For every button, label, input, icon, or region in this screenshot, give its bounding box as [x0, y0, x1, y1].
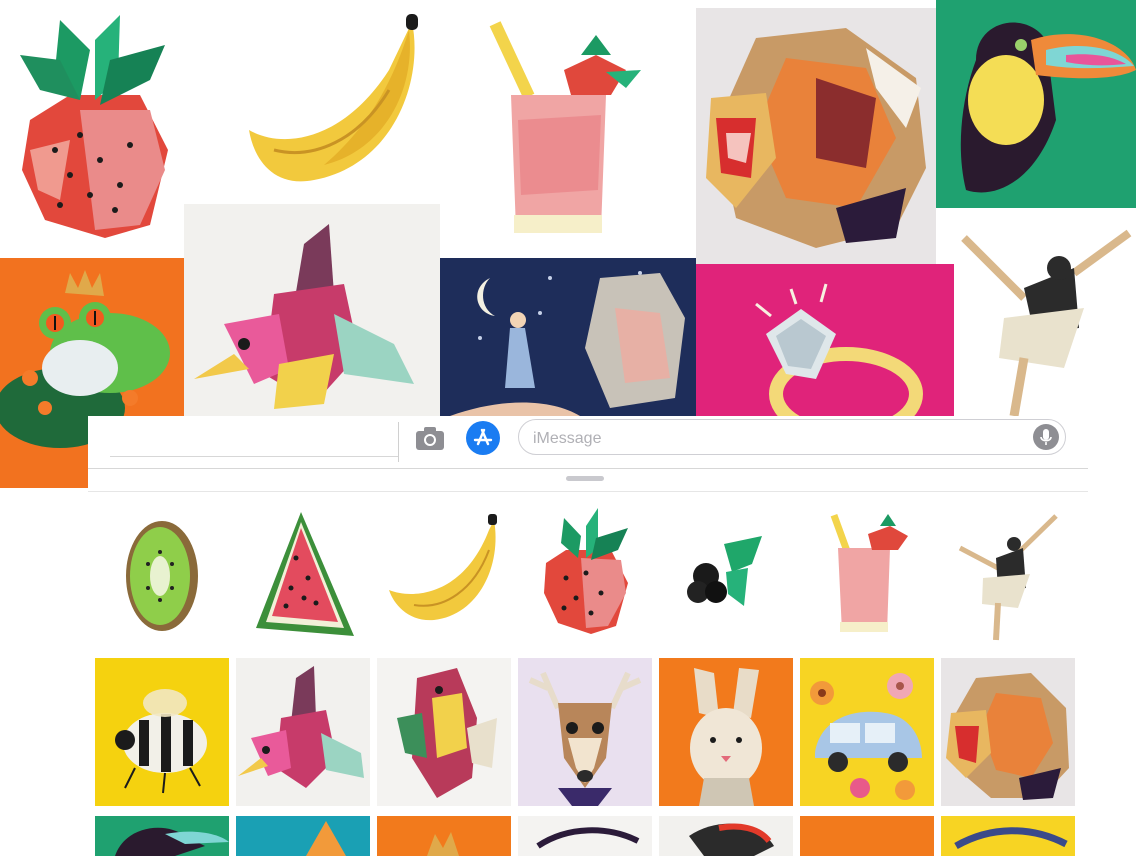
collage-strawberry [0, 0, 184, 258]
gallery-item-parrot[interactable] [377, 658, 511, 806]
gallery-item-bee[interactable] [95, 658, 229, 806]
collage-pink-drink [446, 0, 696, 260]
collage-diamond-ring [696, 264, 954, 416]
collage-night-sky-portrait [440, 258, 696, 416]
divider [398, 422, 399, 462]
gallery-item[interactable] [659, 816, 793, 856]
sticker-ballerina[interactable] [958, 508, 1058, 642]
collage-hummingbird [184, 204, 440, 416]
sticker-watermelon[interactable] [246, 508, 356, 640]
app-store-button[interactable] [466, 421, 500, 455]
gallery-item[interactable] [236, 816, 370, 856]
gallery-item-rabbit[interactable] [659, 658, 793, 806]
camera-icon [416, 427, 444, 450]
imessage-input[interactable] [531, 427, 1035, 451]
collage-ballerina [954, 208, 1136, 416]
microphone-button[interactable] [1033, 424, 1059, 450]
gallery-item-hummingbird[interactable] [236, 658, 370, 806]
gallery-item[interactable] [518, 816, 652, 856]
gallery-item[interactable] [941, 816, 1075, 856]
gallery-item-deer[interactable] [518, 658, 652, 806]
gallery-item[interactable] [95, 816, 229, 856]
drawer-grabber-handle[interactable] [566, 476, 604, 481]
gallery-item[interactable] [377, 816, 511, 856]
message-field[interactable] [518, 419, 1066, 455]
collage-lion [696, 8, 936, 264]
gallery-item[interactable] [800, 816, 934, 856]
gallery-item-lion[interactable] [941, 658, 1075, 806]
camera-button[interactable] [414, 424, 446, 452]
app-store-icon [466, 421, 500, 455]
collage-banana [184, 0, 446, 204]
divider [110, 456, 398, 457]
microphone-icon [1040, 429, 1052, 445]
sticker-kiwi[interactable] [120, 514, 200, 634]
sticker-pink-drink[interactable] [824, 508, 914, 638]
sticker-banana[interactable] [384, 510, 510, 630]
gallery-item-car-with-flowers[interactable] [800, 658, 934, 806]
sticker-blackberries[interactable] [684, 534, 764, 614]
sticker-strawberry[interactable] [536, 508, 632, 638]
collage-toucan [936, 0, 1136, 208]
